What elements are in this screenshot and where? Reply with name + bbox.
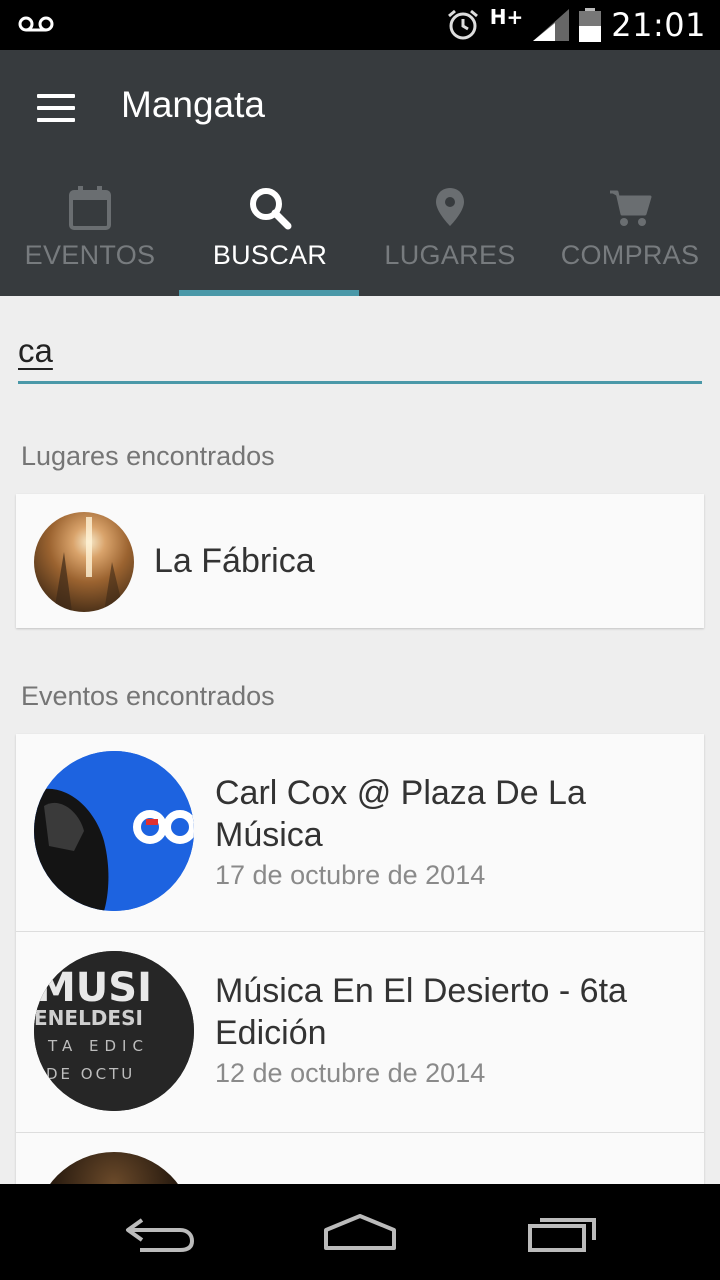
event-date: 17 de octubre de 2014 — [215, 860, 486, 890]
network-type: H+ — [489, 5, 524, 29]
event-title-line1: Música En El Desierto - 6ta — [215, 972, 627, 1010]
tab-compras-label: COMPRAS — [560, 240, 700, 270]
event-avatar: MUSI ENELDESI TA EDIC DE OCTU — [34, 951, 194, 1111]
app-toolbar: Mangata EVENTOS BUSCAR LUGARES COMPRAS — [0, 50, 720, 296]
event-avatar-text: TA EDIC — [47, 1037, 149, 1055]
list-item[interactable]: La Fábrica — [16, 494, 704, 628]
tab-bar: EVENTOS BUSCAR LUGARES COMPRAS — [0, 170, 720, 296]
tab-lugares[interactable]: LUGARES — [360, 170, 540, 296]
places-card: La Fábrica — [16, 494, 704, 628]
event-date: 12 de octubre de 2014 — [215, 1058, 486, 1088]
tab-buscar-label: BUSCAR — [212, 240, 328, 270]
events-section-header: Eventos encontrados — [21, 681, 275, 711]
list-item[interactable]: MUSI ENELDESI TA EDIC DE OCTU Música En … — [16, 932, 704, 1133]
event-avatar-text: ENELDESI — [34, 1006, 143, 1030]
event-title-line2: Música — [215, 816, 323, 854]
search-icon — [250, 188, 292, 230]
alarm-icon — [447, 9, 478, 40]
event-title-line1: Carl Cox @ Plaza De La — [215, 774, 586, 812]
tab-eventos[interactable]: EVENTOS — [0, 170, 180, 296]
calendar-icon — [69, 186, 111, 230]
back-icon[interactable] — [120, 1208, 200, 1258]
home-icon[interactable] — [320, 1208, 400, 1258]
place-name: La Fábrica — [154, 542, 315, 580]
places-section-header: Lugares encontrados — [21, 441, 275, 471]
event-avatar-text: DE OCTU — [46, 1065, 135, 1083]
status-bar: H+ 21:01 — [0, 0, 720, 50]
place-avatar — [34, 512, 134, 612]
tab-eventos-label: EVENTOS — [24, 240, 156, 270]
voicemail-icon — [18, 16, 54, 32]
search-input[interactable] — [18, 322, 702, 380]
signal-icon — [533, 9, 570, 41]
event-title-line2: Edición — [215, 1014, 327, 1052]
location-pin-icon — [436, 188, 464, 226]
event-title: Música En El Desierto - 6ta Edición — [215, 970, 627, 1054]
event-title: Carl Cox @ Plaza De La Música — [215, 772, 586, 856]
active-tab-indicator — [179, 290, 359, 296]
tab-compras[interactable]: COMPRAS — [540, 170, 720, 296]
battery-icon — [579, 8, 602, 42]
recent-apps-icon[interactable] — [522, 1208, 602, 1258]
list-item[interactable]: Carl Cox @ Plaza De La Música 17 de octu… — [16, 734, 704, 932]
app-title: Mangata — [121, 84, 265, 125]
search-field[interactable] — [18, 322, 702, 384]
event-avatar-text: MUSI — [36, 965, 152, 1011]
tab-lugares-label: LUGARES — [384, 240, 516, 270]
search-underline — [18, 381, 702, 384]
hamburger-menu-icon[interactable] — [34, 88, 78, 128]
events-card: Carl Cox @ Plaza De La Música 17 de octu… — [16, 734, 704, 1194]
navigation-bar — [0, 1184, 720, 1280]
event-avatar — [34, 751, 194, 911]
clock: 21:01 — [611, 6, 706, 44]
tab-buscar[interactable]: BUSCAR — [180, 170, 360, 296]
cart-icon — [610, 190, 652, 226]
